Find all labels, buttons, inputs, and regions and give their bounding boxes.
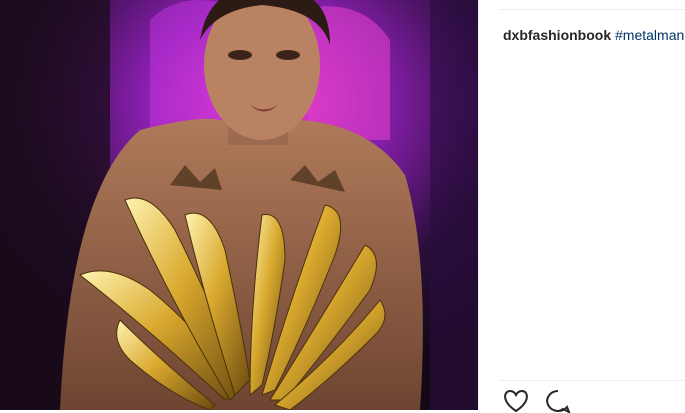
actions-divider	[499, 380, 685, 381]
header-divider	[499, 9, 685, 10]
photo-illustration	[0, 0, 478, 410]
username-link[interactable]: dxbfashionbook	[503, 27, 611, 43]
hashtag-link[interactable]: #metalmania	[615, 27, 685, 43]
post-photo[interactable]	[0, 0, 478, 410]
post-actions	[503, 389, 571, 413]
heart-icon[interactable]	[503, 389, 529, 413]
comment-bubble-icon[interactable]	[545, 389, 571, 413]
post-caption: dxbfashionbook #metalmania	[503, 27, 685, 43]
post-sidebar: dxbfashionbook #metalmania	[478, 0, 685, 413]
